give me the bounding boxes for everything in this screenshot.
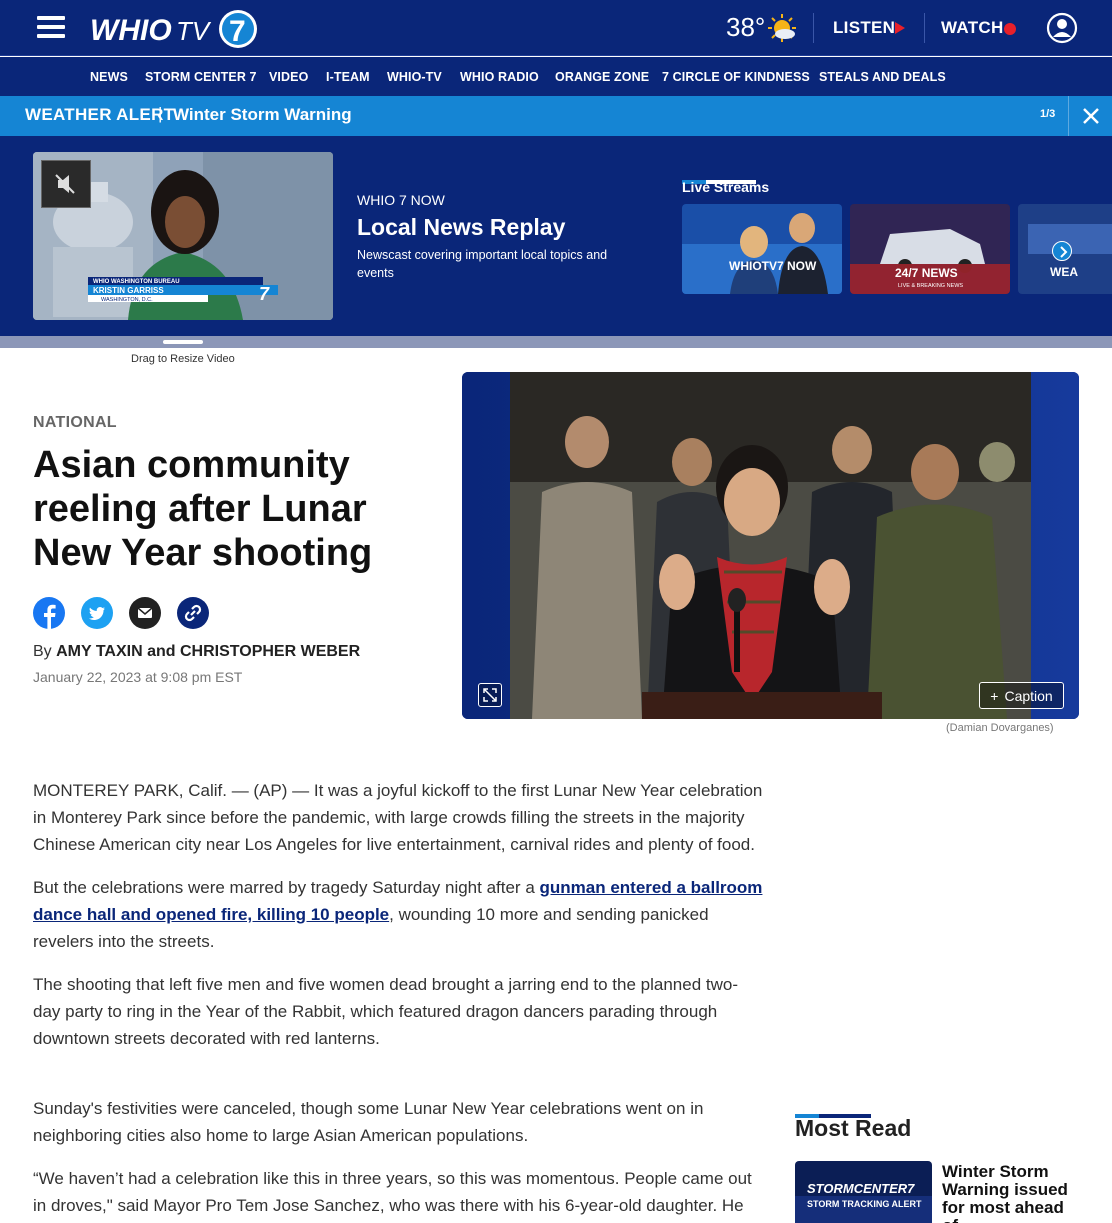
alert-separator: |	[158, 104, 163, 123]
svg-text:TV: TV	[176, 16, 212, 46]
nav-item-video[interactable]: VIDEO	[269, 70, 308, 84]
twitter-icon[interactable]	[81, 597, 113, 629]
svg-text:7: 7	[229, 15, 246, 48]
account-icon[interactable]	[1046, 12, 1078, 44]
header-divider	[813, 13, 814, 43]
expand-icon[interactable]	[478, 683, 502, 707]
header-divider	[924, 13, 925, 43]
alert-counter: 1/3	[1040, 108, 1056, 120]
nav-item-whio-tv[interactable]: WHIO-TV	[387, 70, 442, 84]
stream-2-sublabel: LIVE & BREAKING NEWS	[898, 283, 963, 289]
lower-third-bureau: WHIO WASHINGTON BUREAU	[93, 279, 180, 285]
lower-third-place: WASHINGTON, D.C.	[101, 297, 153, 303]
article-paragraph: The shooting that left five men and five…	[33, 975, 739, 1048]
nav-item-circle-of-kindness[interactable]: 7 CIRCLE OF KINDNESS	[662, 70, 810, 84]
photo-credit: (Damian Dovarganes)	[946, 722, 1054, 734]
hero-image[interactable]: + Caption	[462, 372, 1079, 719]
caption-button[interactable]: + Caption	[979, 682, 1064, 709]
article-paragraph: But the celebrations were marred by trag…	[33, 874, 763, 955]
live-stream-card[interactable]: 24/7 NEWS LIVE & BREAKING NEWS	[850, 204, 1010, 294]
most-read-thumbnail[interactable]: STORMCENTER7 STORM TRACKING ALERT	[795, 1161, 932, 1223]
video-kicker: WHIO 7 NOW	[357, 192, 445, 208]
nav-item-news[interactable]: NEWS	[90, 70, 128, 84]
svg-text:7: 7	[259, 284, 270, 304]
top-header: WHIO TV 7 38° LISTEN WATCH	[0, 0, 1112, 56]
main-nav: NEWS STORM CENTER 7 VIDEO I-TEAM WHIO-TV…	[0, 57, 1112, 96]
chevron-right-icon[interactable]	[1052, 241, 1072, 261]
nav-item-steals-and-deals[interactable]: STEALS AND DEALS	[819, 70, 946, 84]
stream-3-label: WEA	[1050, 265, 1078, 279]
close-icon[interactable]	[1068, 96, 1112, 136]
video-description: Newscast covering important local topics…	[357, 248, 608, 280]
partly-sunny-icon[interactable]	[766, 12, 798, 44]
drag-handle[interactable]	[163, 340, 203, 344]
caption-label: Caption	[1004, 687, 1053, 704]
weather-alert-bar[interactable]: WEATHER ALERT | Winter Storm Warning 1/3	[0, 96, 1112, 136]
live-stream-card[interactable]: WHIOTV7 NOW	[682, 204, 842, 294]
nav-item-i-team[interactable]: I-TEAM	[326, 70, 370, 84]
live-dot-icon	[1004, 23, 1016, 35]
resize-label: Drag to Resize Video	[131, 353, 235, 365]
stream-1-label: WHIOTV7 NOW	[729, 259, 817, 273]
stream-2-label: 24/7 NEWS	[895, 266, 958, 280]
plus-icon: +	[990, 687, 999, 704]
paragraph-text: But the celebrations were marred by trag…	[33, 878, 540, 897]
watch-button[interactable]: WATCH	[941, 18, 1004, 38]
listen-button[interactable]: LISTEN	[833, 18, 895, 38]
most-read-headline[interactable]: Winter Storm Warning issued for most ahe…	[942, 1163, 1082, 1223]
svg-text:WHIO: WHIO	[90, 14, 172, 47]
thumb-title: STORMCENTER7	[807, 1181, 915, 1196]
most-read-title: Most Read	[795, 1115, 912, 1141]
article-headline: Asian community reeling after Lunar New …	[33, 444, 373, 574]
section-label[interactable]: NATIONAL	[33, 414, 117, 432]
author-names[interactable]: AMY TAXIN and CHRISTOPHER WEBER	[56, 643, 360, 660]
byline-prefix: By	[33, 643, 52, 660]
temperature[interactable]: 38°	[726, 12, 765, 43]
live-streams-title: Live Streams	[682, 179, 770, 195]
site-logo[interactable]: WHIO TV 7	[90, 8, 262, 50]
nav-item-storm-center[interactable]: STORM CENTER 7	[145, 70, 257, 84]
thumb-subtitle: STORM TRACKING ALERT	[807, 1199, 922, 1209]
play-icon[interactable]	[895, 22, 905, 34]
email-icon[interactable]	[129, 597, 161, 629]
alert-text[interactable]: Winter Storm Warning	[173, 105, 352, 125]
facebook-icon[interactable]	[33, 597, 65, 629]
link-icon[interactable]	[177, 597, 209, 629]
video-panel: WHIO WASHINGTON BUREAU KRISTIN GARRISS W…	[0, 136, 1112, 336]
article-paragraph: MONTEREY PARK, Calif. — (AP) — It was a …	[33, 781, 763, 854]
lower-third-name: KRISTIN GARRISS	[93, 286, 164, 295]
article-paragraph: Sunday's festivities were canceled, thou…	[33, 1099, 704, 1145]
video-player[interactable]: WHIO WASHINGTON BUREAU KRISTIN GARRISS W…	[33, 152, 333, 320]
publish-date: January 22, 2023 at 9:08 pm EST	[33, 669, 243, 685]
menu-icon[interactable]	[37, 16, 65, 38]
article-paragraph: “We haven’t had a celebration like this …	[33, 1169, 752, 1215]
video-title[interactable]: Local News Replay	[357, 214, 565, 241]
most-read-accent	[795, 1105, 871, 1118]
live-streams-accent	[682, 171, 756, 184]
mute-button[interactable]	[41, 160, 91, 208]
nav-item-orange-zone[interactable]: ORANGE ZONE	[555, 70, 649, 84]
nav-item-whio-radio[interactable]: WHIO RADIO	[460, 70, 539, 84]
byline: By AMY TAXIN and CHRISTOPHER WEBER	[33, 643, 360, 661]
alert-label: WEATHER ALERT	[25, 105, 175, 124]
